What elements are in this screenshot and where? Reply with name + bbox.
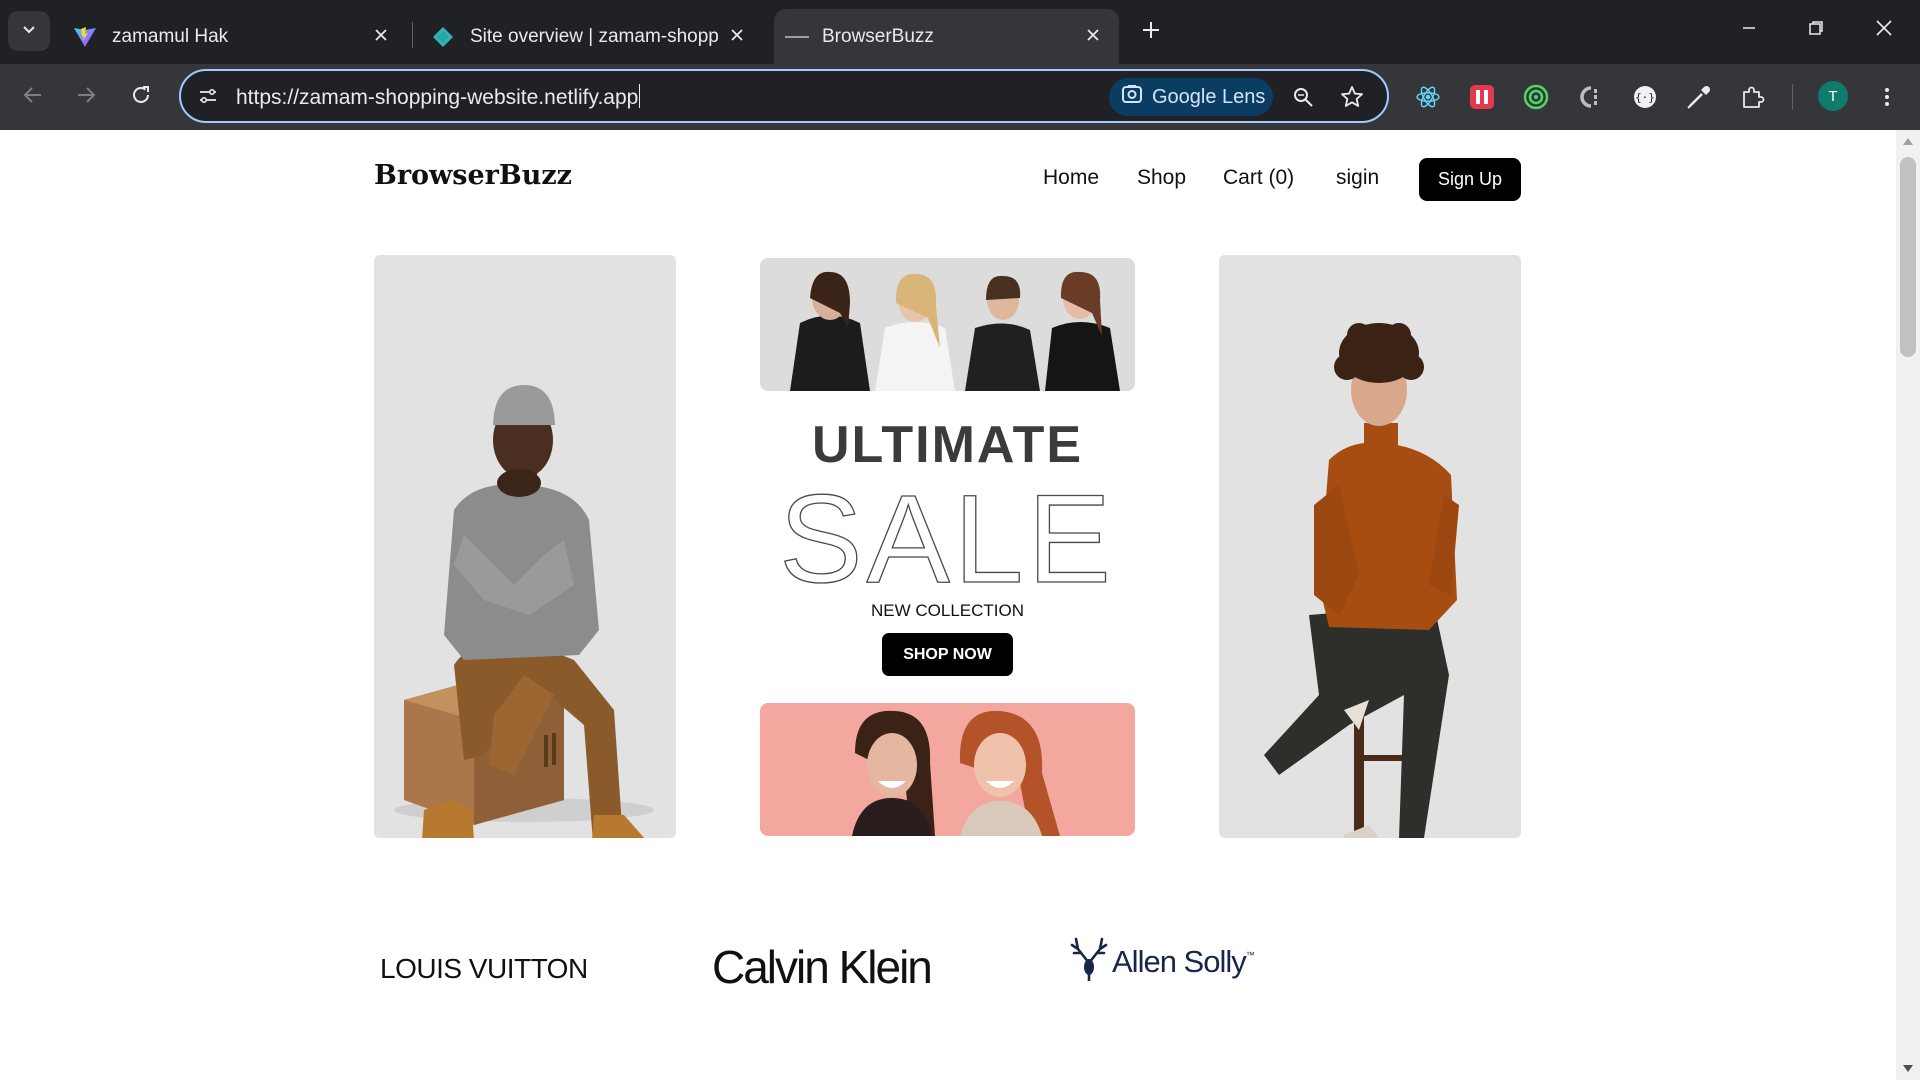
sale-heading-ultimate: ULTIMATE bbox=[811, 416, 1084, 474]
minimize-icon bbox=[1741, 20, 1757, 41]
restore-icon bbox=[1808, 20, 1824, 41]
new-collection-label: NEW COLLECTION bbox=[870, 601, 1025, 620]
bookmark-star-icon[interactable] bbox=[1338, 83, 1366, 111]
vite-logo-icon bbox=[72, 24, 98, 50]
site-favicon-icon bbox=[784, 24, 810, 50]
plus-icon bbox=[1141, 20, 1161, 45]
lens-label: Google Lens bbox=[1152, 85, 1266, 108]
url-text[interactable]: https://zamam-shopping-website.netlify.a… bbox=[236, 84, 641, 110]
close-tab-icon[interactable] bbox=[725, 23, 749, 47]
brand-logo-calvin-klein[interactable]: Calvin Klein bbox=[712, 940, 933, 994]
nav-shop[interactable]: Shop bbox=[1137, 166, 1186, 190]
signup-button[interactable]: Sign Up bbox=[1419, 158, 1521, 201]
reload-button[interactable] bbox=[122, 78, 160, 116]
banner-pink-photo[interactable] bbox=[760, 703, 1135, 836]
chevron-down-icon bbox=[21, 21, 37, 42]
back-button[interactable] bbox=[14, 78, 52, 116]
tab-zamamul-hak[interactable]: zamamul Hak bbox=[62, 9, 407, 64]
tab-title: Site overview | zamam-shopping bbox=[470, 25, 720, 47]
url-value: https://zamam-shopping-website.netlify.a… bbox=[236, 86, 639, 109]
tab-site-overview[interactable]: Site overview | zamam-shopping bbox=[418, 9, 763, 64]
reload-icon bbox=[130, 84, 152, 111]
site-settings-icon[interactable] bbox=[195, 83, 221, 109]
scroll-up-arrow-icon[interactable] bbox=[1903, 138, 1913, 145]
tab-divider bbox=[412, 22, 413, 48]
brand-logo-allen-solly[interactable]: Allen Solly ™ bbox=[1070, 937, 1255, 986]
arrow-right-icon bbox=[75, 84, 97, 111]
allen-solly-wordmark: Allen Solly bbox=[1112, 943, 1247, 979]
restore-button[interactable] bbox=[1794, 14, 1838, 46]
tab-browserbuzz[interactable]: BrowserBuzz bbox=[774, 9, 1119, 64]
code-braces-extension-icon[interactable]: {·} bbox=[1629, 81, 1661, 113]
tab-title: BrowserBuzz bbox=[822, 25, 934, 47]
eyedropper-icon[interactable] bbox=[1683, 81, 1715, 113]
four-women-image bbox=[760, 258, 1135, 391]
stag-antlers-icon bbox=[1070, 937, 1108, 986]
close-icon bbox=[1875, 19, 1893, 42]
hero-photo-left[interactable] bbox=[374, 255, 676, 838]
close-window-button[interactable] bbox=[1862, 14, 1906, 46]
css-extension-icon[interactable] bbox=[1574, 81, 1606, 113]
new-tab-button[interactable] bbox=[1133, 14, 1169, 50]
tab-strip: zamamul Hak Site overview | zamam-shoppi… bbox=[0, 0, 1920, 64]
close-tab-icon[interactable] bbox=[1081, 23, 1105, 47]
hero-photo-right[interactable] bbox=[1219, 255, 1521, 838]
google-lens-button[interactable]: Google Lens bbox=[1109, 78, 1273, 116]
profile-initial: T bbox=[1828, 87, 1838, 105]
netlify-logo-icon bbox=[430, 24, 456, 50]
zoom-search-icon[interactable] bbox=[1289, 83, 1317, 111]
sale-word: SALE bbox=[779, 478, 1115, 593]
toolbar-divider bbox=[1792, 84, 1793, 110]
scrollbar-thumb[interactable] bbox=[1900, 157, 1916, 357]
scroll-down-arrow-icon[interactable] bbox=[1903, 1065, 1913, 1072]
browser-toolbar: https://zamam-shopping-website.netlify.a… bbox=[0, 64, 1920, 130]
lens-camera-icon bbox=[1121, 83, 1143, 111]
red-pause-extension-icon[interactable] bbox=[1466, 81, 1498, 113]
tab-search-button[interactable] bbox=[8, 11, 50, 51]
profile-avatar[interactable]: T bbox=[1818, 81, 1848, 111]
svg-text:{·}: {·} bbox=[1635, 91, 1655, 104]
text-caret bbox=[639, 84, 641, 108]
tab-title: zamamul Hak bbox=[112, 25, 229, 47]
nav-cart[interactable]: Cart (0) bbox=[1223, 166, 1294, 190]
forward-button[interactable] bbox=[67, 78, 105, 116]
nav-signin[interactable]: sigin bbox=[1336, 166, 1379, 190]
extensions-puzzle-icon[interactable] bbox=[1737, 81, 1769, 113]
page-viewport: BrowserBuzz Home Shop Cart (0) sigin Sig… bbox=[0, 130, 1896, 1080]
man-on-box-image bbox=[374, 255, 676, 838]
brand-logo-louis-vuitton[interactable]: LOUIS VUITTON bbox=[380, 953, 588, 985]
react-devtools-icon[interactable] bbox=[1412, 81, 1444, 113]
sale-outline-text: SALE bbox=[779, 478, 1115, 593]
shop-now-button[interactable]: SHOP NOW bbox=[882, 633, 1013, 676]
banner-group-photo[interactable] bbox=[760, 258, 1135, 391]
page-scrollbar[interactable] bbox=[1896, 130, 1920, 1080]
site-logo[interactable]: BrowserBuzz bbox=[374, 160, 572, 191]
more-menu-icon[interactable] bbox=[1871, 81, 1903, 113]
green-target-extension-icon[interactable] bbox=[1520, 81, 1552, 113]
close-tab-icon[interactable] bbox=[369, 23, 393, 47]
arrow-left-icon bbox=[22, 84, 44, 111]
nav-home[interactable]: Home bbox=[1043, 166, 1099, 190]
address-bar[interactable]: https://zamam-shopping-website.netlify.a… bbox=[179, 69, 1389, 123]
two-women-image bbox=[760, 703, 1135, 836]
man-on-stool-image bbox=[1219, 255, 1521, 838]
trademark-symbol: ™ bbox=[1245, 949, 1255, 960]
minimize-button[interactable] bbox=[1727, 14, 1771, 46]
